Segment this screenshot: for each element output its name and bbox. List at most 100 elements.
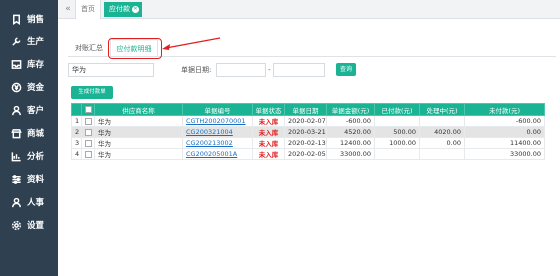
collapse-tabs-button[interactable]: « — [62, 3, 74, 15]
close-icon[interactable]: ✕ — [132, 6, 139, 13]
sidebar-item-label: 商城 — [27, 129, 45, 139]
date-cell: 2020-02-05 — [284, 148, 327, 160]
row-select[interactable] — [81, 126, 95, 138]
column-header-index — [71, 103, 82, 116]
date-separator: - — [268, 66, 271, 74]
paid-cell — [374, 115, 420, 127]
column-header-processing[interactable]: 处理中(元) — [419, 103, 465, 116]
column-header-select[interactable] — [81, 103, 95, 116]
generate-payment-button[interactable]: 生成付款单 — [71, 86, 113, 99]
sidebar-item-label: 销售 — [27, 15, 45, 25]
sidebar-item-funds[interactable]: 资金 — [0, 76, 58, 98]
row-checkbox[interactable] — [85, 150, 92, 158]
select-all-checkbox[interactable] — [84, 106, 92, 113]
sidebar-item-label: 客户 — [27, 106, 45, 116]
amount-cell: 33000.00 — [326, 148, 375, 160]
inbox-icon — [10, 58, 22, 70]
user-icon — [10, 196, 22, 208]
row-index: 4 — [71, 148, 82, 160]
row-checkbox[interactable] — [85, 117, 92, 125]
processing-cell: 4020.00 — [419, 126, 465, 138]
annotation-arrow — [162, 37, 221, 50]
supplier-input[interactable]: 华为 — [68, 63, 154, 77]
table-row[interactable]: 3 华为 CG200213002 未入库 2020-02-13 12400.00… — [71, 137, 545, 149]
sidebar-item-data[interactable]: 资料 — [0, 168, 58, 190]
column-header-supplier[interactable]: 供应商名称 — [94, 103, 183, 116]
amount-cell: 12400.00 — [326, 137, 375, 149]
bookmark-icon — [10, 13, 22, 25]
sidebar-item-label: 设置 — [27, 221, 45, 231]
sidebar-item-label: 库存 — [27, 60, 45, 70]
sidebar-item-settings[interactable]: 设置 — [0, 214, 58, 236]
row-index: 3 — [71, 137, 82, 149]
supplier-cell: 华为 — [94, 126, 183, 138]
sidebar-item-analysis[interactable]: 分析 — [0, 145, 58, 167]
column-header-unpaid[interactable]: 未付款(元) — [464, 103, 545, 116]
column-header-doc-no[interactable]: 单据编号 — [182, 103, 253, 116]
table-row[interactable]: 2 华为 CG200321004 未入库 2020-03-21 4520.00 … — [71, 126, 545, 138]
shop-icon — [10, 127, 22, 139]
row-index: 1 — [71, 115, 82, 127]
table-row[interactable]: 4 华为 CG200205001A 未入库 2020-02-05 33000.0… — [71, 148, 545, 160]
tab-reconciliation-summary[interactable]: 对账汇总 — [74, 39, 104, 57]
doc-number-link[interactable]: CG200321004 — [182, 126, 253, 138]
user-icon — [10, 104, 22, 116]
sidebar: 销售 生产 库存 资金 客户 商城 分析 资料 人事 设置 — [0, 0, 58, 276]
doc-number-link[interactable]: CGTH2002070001 — [182, 115, 253, 127]
table-row[interactable]: 1 华为 CGTH2002070001 未入库 2020-02-07 -600.… — [71, 115, 545, 127]
tab-label: 应付款 — [109, 5, 130, 13]
supplier-cell: 华为 — [94, 148, 183, 160]
row-select[interactable] — [81, 137, 95, 149]
paid-cell: 500.00 — [374, 126, 420, 138]
sidebar-item-label: 资金 — [27, 83, 45, 93]
cny-icon — [10, 81, 22, 93]
row-checkbox[interactable] — [85, 128, 92, 136]
unpaid-cell: -600.00 — [464, 115, 545, 127]
tab-home[interactable]: 首页 — [75, 0, 101, 19]
supplier-cell: 华为 — [94, 137, 183, 149]
sidebar-item-production[interactable]: 生产 — [0, 30, 58, 52]
table-header-row: 供应商名称 单据编号 单据状态 单据日期 单据金额(元) 已付款(元) 处理中(… — [71, 103, 545, 116]
sidebar-item-label: 分析 — [27, 152, 45, 162]
date-cell: 2020-02-07 — [284, 115, 327, 127]
amount-cell: -600.00 — [326, 115, 375, 127]
doc-number-link[interactable]: CG200205001A — [182, 148, 253, 160]
row-index: 2 — [71, 126, 82, 138]
doc-number-link[interactable]: CG200213002 — [182, 137, 253, 149]
date-from-input[interactable] — [216, 63, 266, 77]
processing-cell — [419, 115, 465, 127]
row-select[interactable] — [81, 115, 95, 127]
column-header-paid[interactable]: 已付款(元) — [374, 103, 420, 116]
amount-cell: 4520.00 — [326, 126, 375, 138]
processing-cell: 0.00 — [419, 137, 465, 149]
date-to-input[interactable] — [273, 63, 325, 77]
row-select[interactable] — [81, 148, 95, 160]
paid-cell — [374, 148, 420, 160]
sidebar-item-label: 生产 — [27, 37, 45, 47]
column-header-amount[interactable]: 单据金额(元) — [326, 103, 375, 116]
payables-table: 供应商名称 单据编号 单据状态 单据日期 单据金额(元) 已付款(元) 处理中(… — [71, 103, 545, 160]
sidebar-item-label: 人事 — [27, 198, 45, 208]
unpaid-cell: 33000.00 — [464, 148, 545, 160]
unpaid-cell: 0.00 — [464, 126, 545, 138]
query-button[interactable]: 查询 — [336, 63, 356, 76]
unpaid-cell: 11400.00 — [464, 137, 545, 149]
top-tab-bar: « 首页 应付款 ✕ — [58, 0, 560, 19]
sidebar-item-inventory[interactable]: 库存 — [0, 53, 58, 75]
paid-cell: 1000.00 — [374, 137, 420, 149]
main-content: 对账汇总 应付款明细 华为 单据日期: - 查询 生成付款单 供应商名称 单据编… — [58, 19, 560, 276]
tab-payables[interactable]: 应付款 ✕ — [104, 2, 142, 17]
column-header-date[interactable]: 单据日期 — [284, 103, 327, 116]
date-label: 单据日期: — [181, 66, 212, 74]
column-header-status[interactable]: 单据状态 — [252, 103, 285, 116]
sidebar-item-mall[interactable]: 商城 — [0, 122, 58, 144]
sidebar-item-customer[interactable]: 客户 — [0, 99, 58, 121]
sidebar-item-sales[interactable]: 销售 — [0, 8, 58, 30]
sidebar-item-hr[interactable]: 人事 — [0, 191, 58, 213]
status-badge: 未入库 — [252, 115, 285, 127]
chart-icon — [10, 150, 22, 162]
row-checkbox[interactable] — [85, 139, 92, 147]
sliders-icon — [10, 173, 22, 185]
sidebar-item-label: 资料 — [27, 175, 45, 185]
status-badge: 未入库 — [252, 126, 285, 138]
